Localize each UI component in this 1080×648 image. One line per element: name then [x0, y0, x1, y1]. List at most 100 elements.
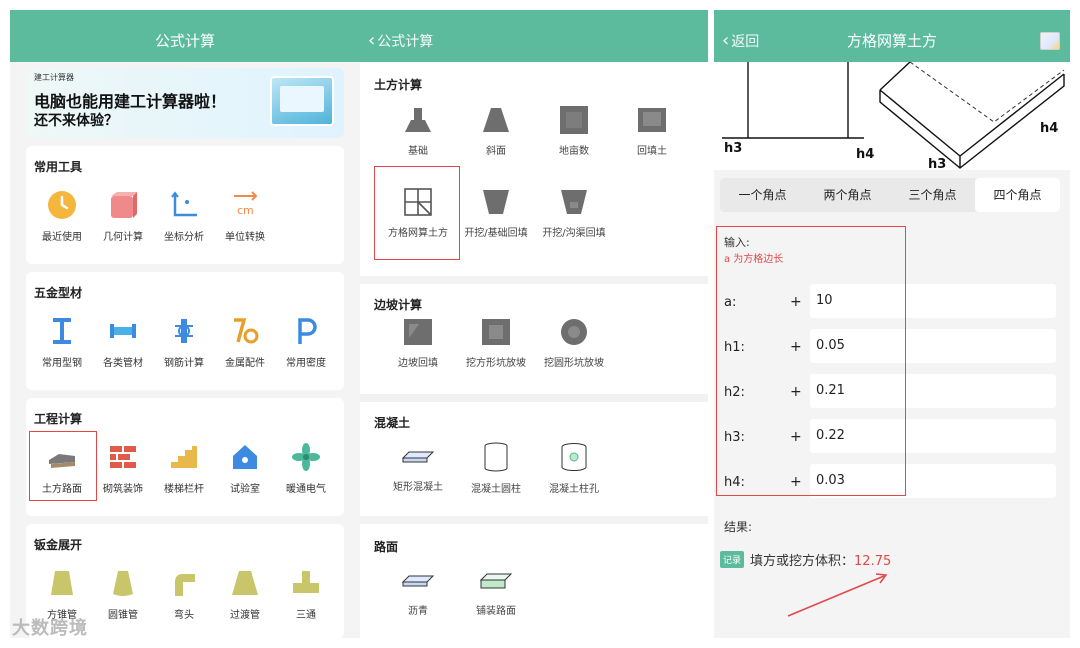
item-foundation[interactable]: 基础	[378, 106, 458, 157]
slab-icon	[401, 451, 435, 463]
section-common-tools: 常用工具 最近使用 几何计算 坐标分析 cm 单位转换	[26, 146, 344, 264]
diagram-drawing: h3 h4 h4 h3	[722, 61, 1065, 172]
item-backfill[interactable]: 回填土	[612, 106, 692, 157]
item-concrete-column[interactable]: 混凝土圆柱	[456, 442, 536, 495]
fan-icon	[292, 443, 320, 471]
tab-three-corners[interactable]: 三个角点	[890, 178, 975, 212]
tool-pipes[interactable]: 各类管材	[93, 316, 153, 369]
backfill-icon	[638, 108, 666, 132]
chevron-left-icon: ‹	[368, 30, 376, 51]
divider	[360, 516, 708, 524]
section-title: 五金型材	[34, 286, 83, 300]
item-paving[interactable]: 铺装路面	[456, 570, 536, 617]
axis-icon	[171, 191, 197, 217]
item-excavation-foundation[interactable]: 开挖/基础回填	[456, 188, 536, 239]
highlight-box	[29, 431, 97, 501]
excavation-icon	[483, 190, 509, 214]
tool-rebar[interactable]: 钢筋计算	[154, 316, 214, 369]
notepad-icon[interactable]	[1040, 32, 1060, 50]
banner-subline: 还不来体验？	[34, 113, 118, 129]
paving-icon	[479, 573, 513, 589]
i-beam-icon	[53, 318, 71, 344]
round-pit-icon	[561, 319, 587, 345]
result-label: 结果:	[724, 520, 753, 534]
square-cone-icon	[51, 571, 73, 595]
section-title: 工程计算	[34, 412, 83, 426]
record-badge[interactable]: 记录	[720, 551, 745, 568]
asphalt-icon	[401, 575, 435, 587]
section-title: 常用工具	[34, 160, 83, 174]
result-text: 填方或挖方体积：	[750, 554, 855, 569]
divider	[360, 276, 708, 284]
column-hole-icon	[561, 443, 587, 471]
label-h3-right: h3	[928, 157, 946, 170]
item-slope[interactable]: 斜面	[456, 106, 536, 157]
item-rect-concrete[interactable]: 矩形混凝土	[378, 442, 458, 493]
trench-icon	[561, 190, 587, 214]
foundation-icon	[405, 108, 431, 132]
clock-icon	[48, 191, 76, 219]
section-title: 混凝土	[374, 416, 411, 430]
result-line: 记录 填方或挖方体积：12.75	[720, 550, 891, 569]
promo-banner[interactable]: 建工计算器 电脑也能用建工计算器啦！ 还不来体验？	[26, 68, 344, 138]
tool-round-cone[interactable]: 圆锥管	[93, 568, 153, 621]
tool-transition[interactable]: 过渡管	[215, 568, 275, 621]
item-round-pit[interactable]: 挖圆形坑放坡	[534, 318, 614, 369]
item-excavation-trench[interactable]: 开挖/沟渠回填	[534, 188, 614, 239]
tool-tee[interactable]: 三通	[276, 568, 336, 621]
section-hardware: 五金型材 常用型钢 各类管材 钢筋计算 金属配件 常用密度	[26, 272, 344, 390]
item-asphalt[interactable]: 沥青	[378, 570, 458, 617]
formula-list-screen: ‹ 公式计算 土方计算 基础 斜面 地亩数 回填土 方格网算土方 开挖/基础回填 …	[360, 10, 708, 638]
round-cone-icon	[113, 571, 133, 596]
item-column-hole[interactable]: 混凝土柱孔	[534, 442, 614, 495]
tool-steel-section[interactable]: 常用型钢	[32, 316, 92, 369]
land-area-icon	[560, 106, 588, 134]
tool-density[interactable]: 常用密度	[276, 316, 336, 369]
tool-masonry[interactable]: 砌筑装饰	[93, 442, 153, 495]
banner-brand: 建工计算器	[34, 73, 74, 82]
tool-geometry[interactable]: 几何计算	[93, 190, 153, 243]
item-land-area[interactable]: 地亩数	[534, 106, 614, 157]
item-slope-backfill[interactable]: 边坡回填	[378, 318, 458, 369]
tee-icon	[293, 571, 319, 593]
density-icon	[298, 318, 317, 344]
back-button[interactable]: ‹ 公式计算	[368, 10, 433, 73]
tab-two-corners[interactable]: 两个角点	[805, 178, 890, 212]
watermark: 大数跨境	[12, 618, 88, 639]
tab-one-corner[interactable]: 一个角点	[720, 178, 805, 212]
stairs-icon	[171, 446, 197, 468]
label-h3-left: h3	[724, 141, 742, 156]
tool-stairs[interactable]: 楼梯栏杆	[154, 442, 214, 495]
pipe-icon	[110, 324, 136, 338]
top-bar: 公式计算	[10, 10, 360, 62]
tool-recent[interactable]: 最近使用	[32, 190, 92, 243]
item-square-pit[interactable]: 挖方形坑放坡	[456, 318, 536, 369]
highlight-box	[716, 226, 906, 496]
tool-coordinate[interactable]: 坐标分析	[154, 190, 214, 243]
tool-unit-convert[interactable]: cm 单位转换	[215, 190, 275, 243]
grid-earthwork-screen: ‹ 返回 方格网算土方 h3 h4 h4 h3 一个角点 两个角点 三个角点 四个…	[714, 10, 1070, 638]
diagram: h3 h4 h4 h3	[714, 61, 1070, 172]
cylinder-icon	[484, 442, 508, 472]
slope-icon	[483, 108, 509, 132]
computer-illustration-icon	[270, 76, 334, 126]
tool-laboratory[interactable]: 试验室	[215, 442, 275, 495]
slope-backfill-icon	[404, 319, 432, 345]
divider	[360, 394, 708, 402]
square-pit-icon	[482, 319, 510, 345]
unit-convert-icon: cm	[234, 191, 258, 217]
banner-headline: 电脑也能用建工计算器啦！	[34, 92, 227, 111]
svg-text:cm: cm	[237, 204, 254, 217]
brick-icon	[110, 446, 136, 468]
elbow-icon	[175, 574, 195, 596]
tool-hvac[interactable]: 暖通电气	[276, 442, 336, 495]
section-title: 钣金展开	[34, 538, 83, 552]
tool-metal-fittings[interactable]: 金属配件	[215, 316, 275, 369]
tool-elbow[interactable]: 弯头	[154, 568, 214, 621]
page-title: 公式计算	[154, 32, 215, 50]
transition-icon	[232, 571, 258, 595]
section-title: 土方计算	[374, 78, 423, 92]
section-title: 边坡计算	[374, 298, 423, 312]
label-h4-right: h4	[1040, 121, 1058, 136]
tab-four-corners[interactable]: 四个角点	[975, 178, 1060, 212]
